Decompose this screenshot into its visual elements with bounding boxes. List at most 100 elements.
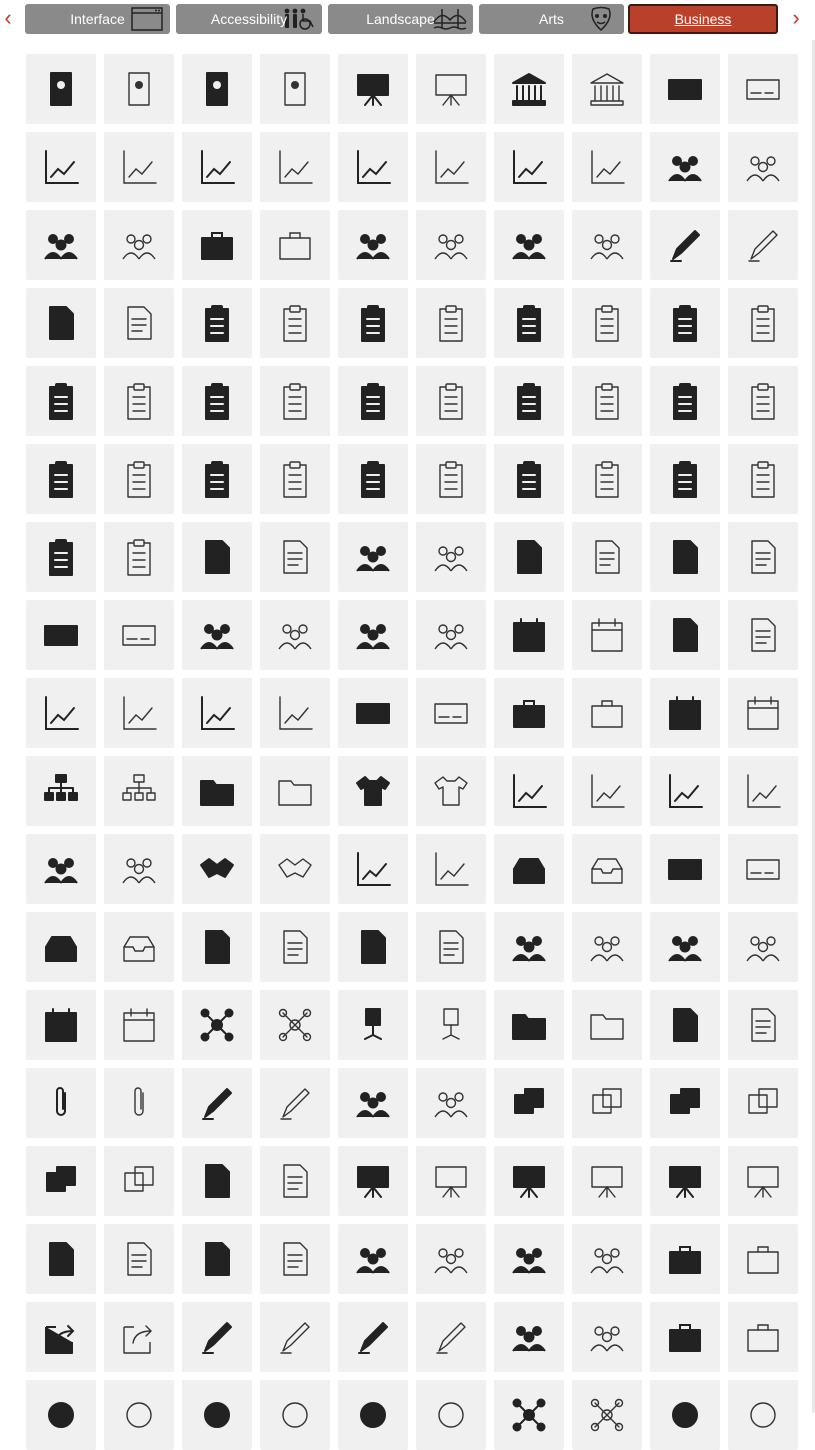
icon-tile[interactable]: [182, 678, 252, 748]
icon-tile[interactable]: [728, 132, 798, 202]
icon-tile[interactable]: [338, 912, 408, 982]
icon-tile[interactable]: [650, 210, 720, 280]
icon-tile[interactable]: [182, 912, 252, 982]
icon-tile[interactable]: [182, 366, 252, 436]
icon-tile[interactable]: [338, 1068, 408, 1138]
icon-tile[interactable]: [494, 912, 564, 982]
icon-tile[interactable]: [26, 1380, 96, 1450]
icon-tile[interactable]: [728, 54, 798, 124]
icon-tile[interactable]: [260, 210, 330, 280]
icon-tile[interactable]: [728, 912, 798, 982]
icon-tile[interactable]: [650, 1302, 720, 1372]
icon-tile[interactable]: [338, 366, 408, 436]
icon-tile[interactable]: [494, 288, 564, 358]
icon-tile[interactable]: [728, 1224, 798, 1294]
icon-tile[interactable]: [494, 366, 564, 436]
icon-tile[interactable]: [650, 1224, 720, 1294]
icon-tile[interactable]: [572, 678, 642, 748]
icon-tile[interactable]: [572, 1068, 642, 1138]
icon-tile[interactable]: [260, 678, 330, 748]
icon-tile[interactable]: [572, 600, 642, 670]
icon-tile[interactable]: [650, 132, 720, 202]
icon-tile[interactable]: [416, 678, 486, 748]
icon-tile[interactable]: [26, 444, 96, 514]
icon-tile[interactable]: [104, 1224, 174, 1294]
icon-tile[interactable]: [728, 1068, 798, 1138]
icon-tile[interactable]: [260, 1302, 330, 1372]
icon-tile[interactable]: [104, 834, 174, 904]
icon-tile[interactable]: [260, 1224, 330, 1294]
icon-tile[interactable]: [650, 1068, 720, 1138]
icon-tile[interactable]: [728, 210, 798, 280]
icon-tile[interactable]: [26, 1068, 96, 1138]
icon-tile[interactable]: [494, 54, 564, 124]
icon-tile[interactable]: [494, 444, 564, 514]
icon-tile[interactable]: [260, 132, 330, 202]
icon-tile[interactable]: [416, 990, 486, 1060]
icon-tile[interactable]: [260, 600, 330, 670]
icon-tile[interactable]: [494, 1224, 564, 1294]
icon-tile[interactable]: [572, 756, 642, 826]
icon-tile[interactable]: [26, 912, 96, 982]
icon-tile[interactable]: [182, 522, 252, 592]
icon-tile[interactable]: [182, 288, 252, 358]
icon-tile[interactable]: [338, 600, 408, 670]
icon-tile[interactable]: [494, 756, 564, 826]
icon-tile[interactable]: [26, 1302, 96, 1372]
icon-tile[interactable]: [104, 210, 174, 280]
icon-tile[interactable]: [416, 132, 486, 202]
icon-tile[interactable]: [416, 54, 486, 124]
icon-tile[interactable]: [182, 210, 252, 280]
icon-tile[interactable]: [572, 522, 642, 592]
icon-tile[interactable]: [182, 990, 252, 1060]
icon-tile[interactable]: [650, 834, 720, 904]
tab-arts[interactable]: Arts: [479, 4, 624, 34]
icon-tile[interactable]: [494, 600, 564, 670]
icon-tile[interactable]: [338, 288, 408, 358]
icon-tile[interactable]: [416, 210, 486, 280]
icon-tile[interactable]: [728, 444, 798, 514]
icon-tile[interactable]: [572, 1146, 642, 1216]
icon-tile[interactable]: [260, 444, 330, 514]
icon-tile[interactable]: [260, 912, 330, 982]
icon-tile[interactable]: [650, 522, 720, 592]
icon-tile[interactable]: [572, 444, 642, 514]
icon-tile[interactable]: [728, 1146, 798, 1216]
icon-tile[interactable]: [338, 1380, 408, 1450]
icon-tile[interactable]: [104, 54, 174, 124]
icon-tile[interactable]: [728, 678, 798, 748]
icon-tile[interactable]: [728, 756, 798, 826]
icon-tile[interactable]: [416, 834, 486, 904]
icon-tile[interactable]: [26, 756, 96, 826]
icon-tile[interactable]: [26, 678, 96, 748]
icon-tile[interactable]: [104, 1146, 174, 1216]
icon-tile[interactable]: [572, 288, 642, 358]
icon-tile[interactable]: [416, 756, 486, 826]
icon-tile[interactable]: [416, 522, 486, 592]
icon-tile[interactable]: [260, 288, 330, 358]
icon-tile[interactable]: [494, 1068, 564, 1138]
icon-tile[interactable]: [416, 366, 486, 436]
icon-tile[interactable]: [260, 522, 330, 592]
icon-tile[interactable]: [104, 132, 174, 202]
icon-tile[interactable]: [104, 1302, 174, 1372]
icon-tile[interactable]: [26, 210, 96, 280]
icon-tile[interactable]: [260, 990, 330, 1060]
icon-tile[interactable]: [416, 1146, 486, 1216]
icon-tile[interactable]: [104, 444, 174, 514]
icon-tile[interactable]: [572, 1224, 642, 1294]
icon-tile[interactable]: [728, 288, 798, 358]
icon-tile[interactable]: [26, 834, 96, 904]
icon-tile[interactable]: [104, 366, 174, 436]
icon-tile[interactable]: [494, 678, 564, 748]
icon-tile[interactable]: [650, 1146, 720, 1216]
icon-tile[interactable]: [728, 522, 798, 592]
icon-tile[interactable]: [338, 1302, 408, 1372]
icon-tile[interactable]: [182, 1380, 252, 1450]
icon-tile[interactable]: [572, 990, 642, 1060]
icon-tile[interactable]: [260, 1380, 330, 1450]
icon-tile[interactable]: [182, 600, 252, 670]
icon-tile[interactable]: [338, 522, 408, 592]
chevron-left-icon[interactable]: ‹: [0, 6, 16, 30]
icon-tile[interactable]: [416, 1380, 486, 1450]
